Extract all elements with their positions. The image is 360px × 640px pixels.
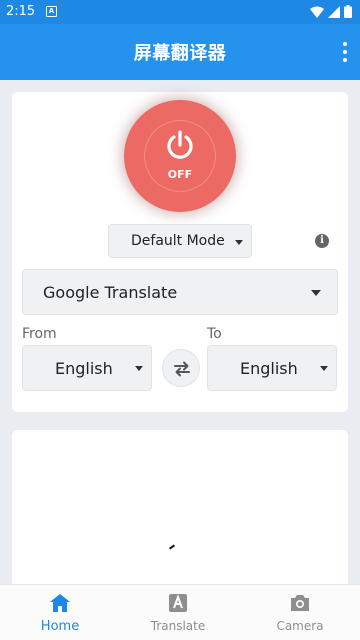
loading-indicator xyxy=(168,544,176,550)
source-language-value: English xyxy=(55,359,113,378)
app-title: 屏幕翻译器 xyxy=(133,43,227,64)
info-icon[interactable]: i xyxy=(315,234,329,248)
power-icon xyxy=(167,130,193,159)
menu-dot xyxy=(343,58,347,62)
engine-dropdown[interactable]: Google Translate xyxy=(22,269,338,315)
nav-item-home[interactable]: Home xyxy=(0,585,120,640)
app-bar: 屏幕翻译器 xyxy=(0,24,360,80)
mode-dropdown-value: Default Mode xyxy=(131,233,225,249)
to-label: To xyxy=(207,326,222,342)
overflow-menu-button[interactable] xyxy=(342,42,348,62)
status-bar: 2:15 A xyxy=(0,0,360,24)
signal-icon xyxy=(328,5,340,18)
source-language-dropdown[interactable]: English xyxy=(22,345,152,391)
mode-dropdown[interactable]: Default Mode xyxy=(108,224,252,258)
status-icons xyxy=(310,5,352,18)
battery-icon xyxy=(344,5,352,18)
from-label: From xyxy=(22,326,57,342)
caret-down-icon xyxy=(311,290,321,296)
nav-item-camera[interactable]: Camera xyxy=(240,585,360,640)
nav-label-translate: Translate xyxy=(150,619,206,633)
notification-icon: A xyxy=(46,6,57,17)
camera-icon xyxy=(291,595,309,611)
nav-item-translate[interactable]: Translate xyxy=(118,585,238,640)
caret-down-icon xyxy=(235,240,243,245)
home-icon xyxy=(50,594,70,612)
swap-languages-button[interactable] xyxy=(162,349,200,387)
power-state-label: OFF xyxy=(167,168,193,181)
target-language-dropdown[interactable]: English xyxy=(207,345,337,391)
swap-icon xyxy=(174,361,190,377)
power-button-face: OFF xyxy=(144,120,216,192)
power-toggle-button[interactable]: OFF xyxy=(130,106,230,206)
engine-dropdown-value: Google Translate xyxy=(43,283,178,302)
status-time: 2:15 xyxy=(6,4,36,19)
bottom-navigation: Home Translate Camera xyxy=(0,584,360,640)
content-card xyxy=(12,430,348,590)
controls-card: OFF Default Mode i Google Translate From… xyxy=(12,92,348,412)
caret-down-icon xyxy=(135,366,143,371)
menu-dot xyxy=(343,42,347,46)
translate-icon xyxy=(169,594,187,612)
menu-dot xyxy=(343,50,347,54)
caret-down-icon xyxy=(320,366,328,371)
nav-label-home: Home xyxy=(40,619,80,634)
wifi-icon xyxy=(310,6,324,18)
target-language-value: English xyxy=(240,359,298,378)
nav-label-camera: Camera xyxy=(276,619,324,633)
